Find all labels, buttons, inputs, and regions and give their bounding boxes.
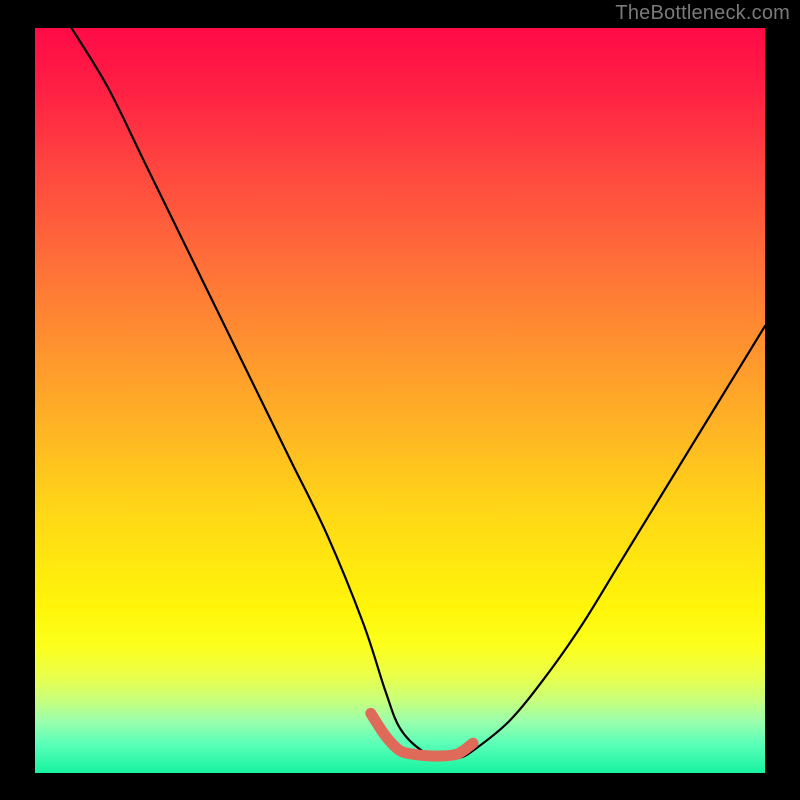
attribution-label: TheBottleneck.com [615, 2, 790, 25]
chart-frame: TheBottleneck.com [0, 0, 800, 800]
bottleneck-curve [72, 28, 766, 759]
plot-area [35, 28, 765, 773]
chart-svg [35, 28, 765, 773]
